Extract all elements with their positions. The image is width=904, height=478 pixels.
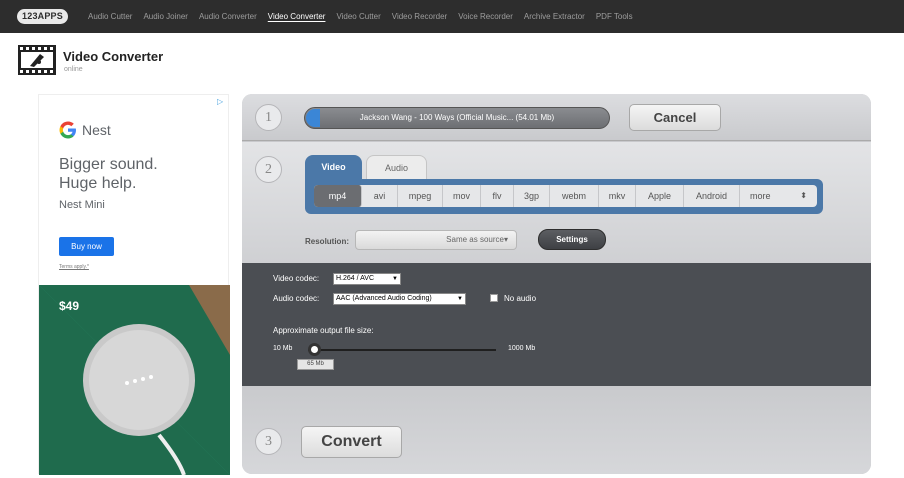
ad-brand-logo: Nest xyxy=(59,121,111,139)
dropdown-arrow-icon: ▼ xyxy=(457,296,463,302)
format-mkv[interactable]: mkv xyxy=(599,185,636,207)
ad-headline: Bigger sound. Huge help. xyxy=(59,156,158,192)
settings-button[interactable]: Settings xyxy=(538,229,606,250)
audio-codec-select[interactable]: AAC (Advanced Audio Coding) ▼ xyxy=(333,293,466,305)
nav-link-video-cutter[interactable]: Video Cutter xyxy=(336,0,380,33)
format-mpeg[interactable]: mpeg xyxy=(398,185,443,207)
converter-panel: 1 Jackson Wang - 100 Ways (Official Musi… xyxy=(242,94,871,474)
page-subtitle: online xyxy=(64,66,83,73)
page-title: Video Converter xyxy=(63,49,164,64)
format-selector: mp4 avi mpeg mov flv 3gp webm mkv Apple … xyxy=(305,179,823,214)
nav-link-audio-cutter[interactable]: Audio Cutter xyxy=(88,0,132,33)
ad-product-name: Nest Mini xyxy=(59,199,105,211)
file-size-label: Approximate output file size: xyxy=(273,326,374,335)
video-codec-value: H.264 / AVC xyxy=(336,275,375,282)
ad-product-photo: $49 xyxy=(39,285,230,475)
file-size-tooltip: 65 Mb xyxy=(297,359,334,370)
nav-link-audio-joiner[interactable]: Audio Joiner xyxy=(143,0,187,33)
format-flv[interactable]: flv xyxy=(481,185,514,207)
step-number-1: 1 xyxy=(255,104,282,131)
file-size-slider-track[interactable] xyxy=(308,349,496,351)
nav-link-audio-converter[interactable]: Audio Converter xyxy=(199,0,257,33)
file-size-min: 10 Mb xyxy=(273,345,293,352)
ad-terms-link[interactable]: Terms apply.* xyxy=(59,264,89,270)
step-number-2: 2 xyxy=(255,156,282,183)
nav-link-video-converter[interactable]: Video Converter xyxy=(268,0,326,33)
format-webm[interactable]: webm xyxy=(550,185,599,207)
format-avi[interactable]: avi xyxy=(362,185,398,207)
format-android[interactable]: Android xyxy=(684,185,740,207)
format-apple[interactable]: Apple xyxy=(636,185,684,207)
audio-codec-value: AAC (Advanced Audio Coding) xyxy=(336,295,432,302)
format-list: mp4 avi mpeg mov flv 3gp webm mkv Apple … xyxy=(314,185,817,207)
format-mov[interactable]: mov xyxy=(443,185,481,207)
video-codec-label: Video codec: xyxy=(273,274,320,283)
nav-link-voice-recorder[interactable]: Voice Recorder xyxy=(458,0,513,33)
resolution-label: Resolution: xyxy=(305,237,349,246)
format-more-dropdown[interactable]: more ⬍ xyxy=(740,185,817,207)
file-size-max: 1000 Mb xyxy=(508,345,536,352)
site-logo[interactable]: 123APPS xyxy=(17,9,68,24)
tab-audio[interactable]: Audio xyxy=(366,155,427,179)
convert-button[interactable]: Convert xyxy=(301,426,402,458)
nav-link-video-recorder[interactable]: Video Recorder xyxy=(392,0,447,33)
nav-link-archive-extractor[interactable]: Archive Extractor xyxy=(524,0,585,33)
format-mp4[interactable]: mp4 xyxy=(314,185,362,207)
resolution-value: Same as source xyxy=(446,235,504,244)
no-audio-label: No audio xyxy=(504,294,537,303)
file-progress-bar[interactable]: Jackson Wang - 100 Ways (Official Music.… xyxy=(304,107,610,129)
step-1-section: 1 Jackson Wang - 100 Ways (Official Musi… xyxy=(242,94,871,141)
google-g-icon xyxy=(59,121,76,139)
nav-links: Audio Cutter Audio Joiner Audio Converte… xyxy=(88,0,644,33)
resolution-select[interactable]: Same as source▾ xyxy=(355,230,517,250)
cancel-button[interactable]: Cancel xyxy=(629,104,721,131)
format-3gp[interactable]: 3gp xyxy=(514,185,550,207)
top-nav-bar: 123APPS Audio Cutter Audio Joiner Audio … xyxy=(0,0,904,33)
video-converter-icon xyxy=(18,45,56,75)
file-progress-fill xyxy=(306,109,320,127)
nav-link-pdf-tools[interactable]: PDF Tools xyxy=(596,0,633,33)
nest-mini-speaker-image xyxy=(39,285,230,475)
step-number-3: 3 xyxy=(255,428,282,455)
chevron-down-icon: ▾ xyxy=(503,235,508,244)
audio-codec-label: Audio codec: xyxy=(273,294,320,303)
format-more-label: more xyxy=(750,191,771,201)
file-size-slider-thumb[interactable] xyxy=(308,343,321,356)
video-codec-select[interactable]: H.264 / AVC ▼ xyxy=(333,273,401,285)
dropdown-arrow-icon: ▼ xyxy=(392,276,398,282)
file-name-label: Jackson Wang - 100 Ways (Official Music.… xyxy=(359,113,555,122)
tab-video[interactable]: Video xyxy=(305,155,362,179)
ad-brand-name: Nest xyxy=(82,122,111,138)
updown-chevron-icon: ⬍ xyxy=(800,191,807,200)
adchoices-icon[interactable]: ▷ xyxy=(217,97,226,106)
ad-buy-now-button[interactable]: Buy now xyxy=(59,237,114,256)
advertisement[interactable]: ▷ Nest Bigger sound. Huge help. Nest Min… xyxy=(38,94,230,475)
ad-price: $49 xyxy=(59,299,80,313)
no-audio-checkbox[interactable] xyxy=(490,294,498,302)
